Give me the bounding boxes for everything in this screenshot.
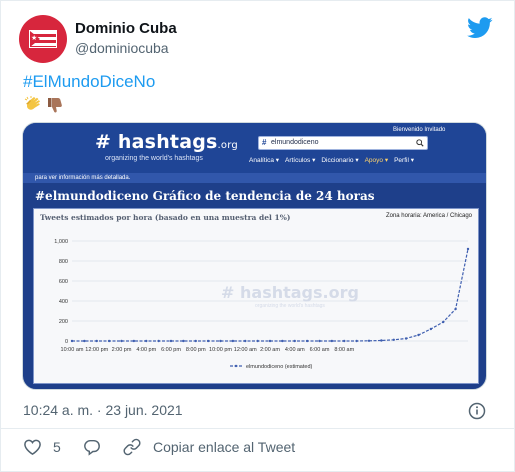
- nav-item: Artículos ▾: [285, 157, 316, 164]
- y-tick-label: 600: [59, 279, 68, 285]
- trend-chart: 0 200 400 600 800 1,000 10:00 am 12:00 pm 2:00 p…: [54, 239, 470, 370]
- site-nav: Analítica ▾ Artículos ▾ Diccionario ▾ Ap…: [249, 156, 414, 164]
- y-tick-label: 400: [59, 299, 68, 305]
- copy-link-button[interactable]: Copiar enlace al Tweet: [153, 439, 295, 455]
- thumbs-down-emoji-icon: [48, 98, 62, 113]
- x-tick-label: 10:00 am: [61, 347, 84, 353]
- nav-item: Diccionario ▾: [321, 157, 359, 164]
- info-bar: para ver información más detallada.: [23, 173, 486, 183]
- x-tick-label: 12:00 pm: [85, 347, 108, 353]
- data-point: [169, 339, 173, 343]
- site-search-input: # elmundodiceno: [258, 136, 428, 150]
- watermark-slogan: organizing the world's hashtags: [255, 303, 325, 309]
- author-handle[interactable]: @dominiocuba: [75, 40, 169, 56]
- data-point: [145, 339, 148, 343]
- data-point: [392, 338, 395, 341]
- divider: [1, 428, 515, 429]
- x-tick-label: 2:00 pm: [112, 347, 132, 353]
- chart-panel: Tweets estimados por hora (basado en una…: [33, 208, 479, 384]
- data-point: [194, 339, 197, 343]
- data-point: [256, 339, 259, 343]
- data-point: [380, 339, 383, 342]
- tweet-card: ★ Dominio Cuba @dominiocuba #ElMundoDice…: [0, 0, 515, 472]
- data-point: [429, 327, 433, 331]
- link-icon[interactable]: [123, 438, 141, 456]
- clapping-hands-emoji-icon: [24, 96, 40, 110]
- data-point: [95, 339, 98, 343]
- data-point: [70, 339, 74, 343]
- chart-title: #elmundodiceno Gráfico de tendencia de 2…: [35, 189, 375, 203]
- like-heart-icon[interactable]: [23, 438, 42, 456]
- reply-bubble-icon[interactable]: [83, 438, 101, 456]
- like-count: 5: [53, 439, 61, 455]
- data-point: [305, 339, 309, 343]
- twitter-bird-icon[interactable]: [467, 17, 493, 39]
- data-point: [417, 333, 420, 337]
- hashtag-link[interactable]: #ElMundoDiceNo: [23, 72, 155, 92]
- data-point: [343, 339, 346, 343]
- welcome-text: Bienvenido Invitado: [393, 127, 446, 133]
- x-tick-label: 10:00 pm: [209, 347, 232, 353]
- site-logo: # hashtags.org: [95, 131, 238, 153]
- x-tick-label: 6:00 pm: [161, 347, 181, 353]
- y-tick-label: 800: [59, 259, 68, 265]
- data-point: [355, 339, 358, 343]
- x-tick-label: 2:00 am: [260, 347, 280, 353]
- watermark: # hashtags.org: [221, 283, 359, 302]
- x-tick-label: 8:00 pm: [186, 347, 206, 353]
- data-point: [107, 339, 111, 343]
- data-point: [330, 339, 334, 343]
- data-point: [367, 339, 371, 342]
- data-point: [219, 339, 222, 343]
- data-point: [293, 339, 296, 343]
- data-point: [268, 339, 272, 343]
- author-name[interactable]: Dominio Cuba: [75, 20, 177, 37]
- nav-item: Analítica ▾: [249, 157, 279, 164]
- legend-marker: [234, 364, 238, 368]
- data-point: [466, 247, 470, 251]
- x-tick-label: 12:00 am: [234, 347, 257, 353]
- x-tick-label: 8:00 am: [334, 347, 354, 353]
- site-header: # hashtags.org organizing the world's ha…: [23, 123, 486, 173]
- data-point: [206, 339, 210, 343]
- data-point: [442, 320, 445, 324]
- media-image[interactable]: # hashtags.org organizing the world's ha…: [22, 122, 487, 390]
- y-tick-label: 200: [59, 319, 68, 325]
- nav-item: Perfil ▾: [394, 157, 414, 164]
- data-point: [244, 339, 247, 343]
- site-slogan: organizing the world's hashtags: [105, 155, 203, 162]
- timezone-label: Zona horaria: America / Chicago: [385, 213, 472, 219]
- x-tick-label: 6:00 am: [310, 347, 330, 353]
- x-tick-label: 4:00 am: [285, 347, 305, 353]
- data-point: [83, 339, 86, 343]
- data-point: [231, 339, 235, 343]
- data-point: [132, 339, 136, 343]
- legend-label: elmundodiceno (estimated): [246, 364, 313, 370]
- x-tick-label: 4:00 pm: [136, 347, 156, 353]
- data-point: [318, 339, 321, 343]
- y-tick-label: 1,000: [54, 239, 68, 245]
- data-point: [404, 337, 408, 340]
- data-point: [281, 339, 284, 343]
- cuban-flag-icon: ★: [29, 30, 57, 48]
- info-icon[interactable]: [468, 402, 486, 420]
- data-point: [454, 307, 457, 311]
- avatar[interactable]: ★: [19, 15, 67, 63]
- data-point: [157, 339, 160, 343]
- tweet-timestamp[interactable]: 10:24 a. m. · 23 jun. 2021: [23, 402, 183, 418]
- y-tick-label: 0: [65, 339, 68, 345]
- data-point: [182, 339, 185, 343]
- search-icon: [416, 139, 424, 147]
- data-point: [120, 339, 123, 343]
- chart-subtitle: Tweets estimados por hora (basado en una…: [40, 213, 291, 222]
- nav-item: Apoyo ▾: [364, 157, 389, 164]
